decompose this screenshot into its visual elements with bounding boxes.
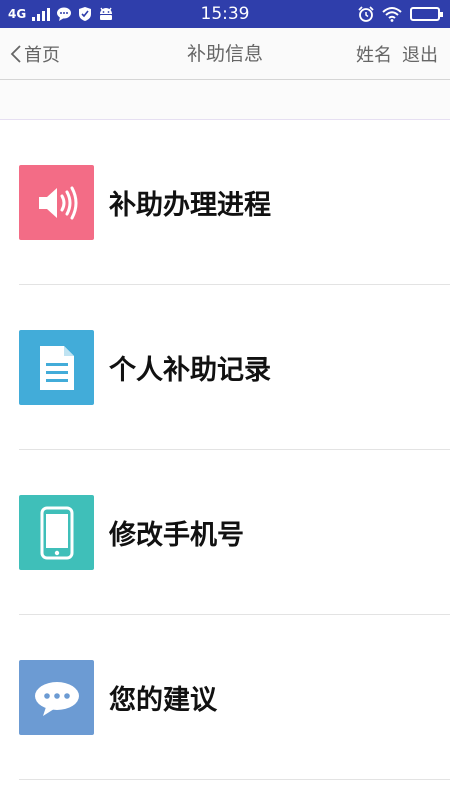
menu-item-change-phone[interactable]: 修改手机号 <box>0 450 450 615</box>
phone-tile <box>19 495 94 570</box>
nav-bar: 首页 补助信息 姓名 退出 <box>0 28 450 80</box>
nav-right: 姓名 退出 <box>356 28 438 80</box>
menu-list: 补助办理进程 个人补助记录 修改手机号 您的建议 <box>0 120 450 780</box>
menu-item-label: 修改手机号 <box>109 520 244 551</box>
alarm-icon <box>358 6 374 22</box>
back-label: 首页 <box>24 45 60 66</box>
chat-tile <box>19 660 94 735</box>
menu-item-progress[interactable]: 补助办理进程 <box>0 120 450 285</box>
menu-item-label: 您的建议 <box>109 685 217 716</box>
battery-icon <box>410 7 443 21</box>
document-tile <box>19 330 94 405</box>
phone-icon <box>40 506 73 559</box>
user-name-link[interactable]: 姓名 <box>356 41 392 67</box>
back-button[interactable]: 首页 <box>10 28 60 80</box>
menu-item-label: 补助办理进程 <box>109 190 271 221</box>
document-icon <box>39 345 74 390</box>
menu-item-suggestions[interactable]: 您的建议 <box>0 615 450 780</box>
menu-item-label: 个人补助记录 <box>109 355 271 386</box>
speaker-tile <box>19 165 94 240</box>
divider <box>19 779 450 780</box>
header-spacer <box>0 80 450 120</box>
menu-item-records[interactable]: 个人补助记录 <box>0 285 450 450</box>
chat-bubble-icon <box>34 681 79 716</box>
logout-button[interactable]: 退出 <box>402 41 438 67</box>
chevron-left-icon <box>10 45 21 63</box>
wifi-icon <box>382 7 402 22</box>
speaker-icon <box>38 186 77 219</box>
status-right <box>358 0 443 28</box>
status-bar: 4G 15:39 <box>0 0 450 28</box>
